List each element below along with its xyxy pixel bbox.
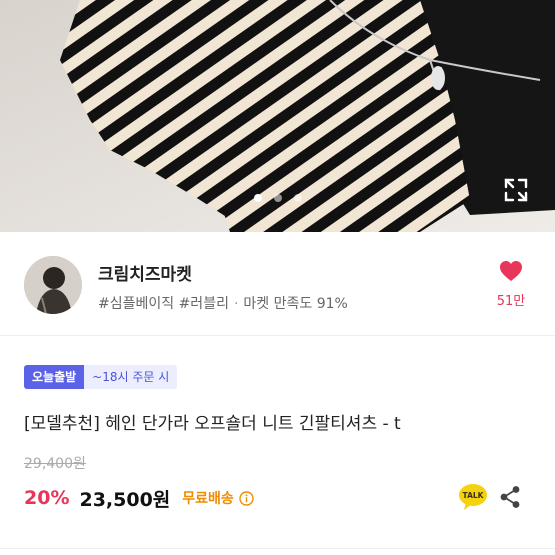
expand-icon <box>504 178 528 202</box>
seller-name[interactable]: 크림치즈마켓 <box>98 260 192 285</box>
product-image-gallery[interactable] <box>0 0 555 232</box>
seller-tags: #심플베이직 #러블리 · 마켓 만족도 91% <box>98 293 348 313</box>
gallery-pagination <box>0 194 555 202</box>
talk-label: TALK <box>463 491 485 500</box>
divider <box>0 548 555 549</box>
seller-avatar[interactable] <box>24 256 82 314</box>
talk-icon: TALK <box>459 484 487 510</box>
info-icon[interactable] <box>239 490 254 506</box>
talk-button[interactable]: TALK <box>458 483 488 511</box>
expand-button[interactable] <box>503 177 529 203</box>
original-price: 29,400원 <box>24 456 86 472</box>
gallery-dot[interactable] <box>293 194 302 202</box>
sale-price: 23,500원 <box>79 488 171 511</box>
seller-section[interactable]: 크림치즈마켓 #심플베이직 #러블리 · 마켓 만족도 91% 51만 <box>0 232 555 336</box>
seller-satisfaction: 마켓 만족도 91% <box>243 296 348 312</box>
gallery-dot[interactable] <box>273 194 282 202</box>
like-count: 51만 <box>496 294 526 309</box>
separator: · <box>233 296 239 312</box>
product-title: [모델추천] 헤인 단가라 오프숄더 니트 긴팔티셔츠 - t <box>24 414 401 434</box>
delivery-badge: 오늘출발 ~18시 주문 시 <box>24 365 178 389</box>
badge-order-cutoff: ~18시 주문 시 <box>84 365 178 389</box>
share-icon <box>500 486 520 508</box>
share-button[interactable] <box>499 485 521 509</box>
free-shipping-label: 무료배송 <box>182 491 234 507</box>
like-button[interactable]: 51만 <box>491 260 531 309</box>
price-row: 20% 23,500원 무료배송 <box>24 484 254 512</box>
seller-hashtags[interactable]: #심플베이직 #러블리 <box>98 296 229 312</box>
badge-today-shipping: 오늘출발 <box>24 365 85 389</box>
heart-icon <box>500 261 522 281</box>
gallery-dot[interactable] <box>253 194 262 202</box>
discount-rate: 20% <box>24 487 70 509</box>
